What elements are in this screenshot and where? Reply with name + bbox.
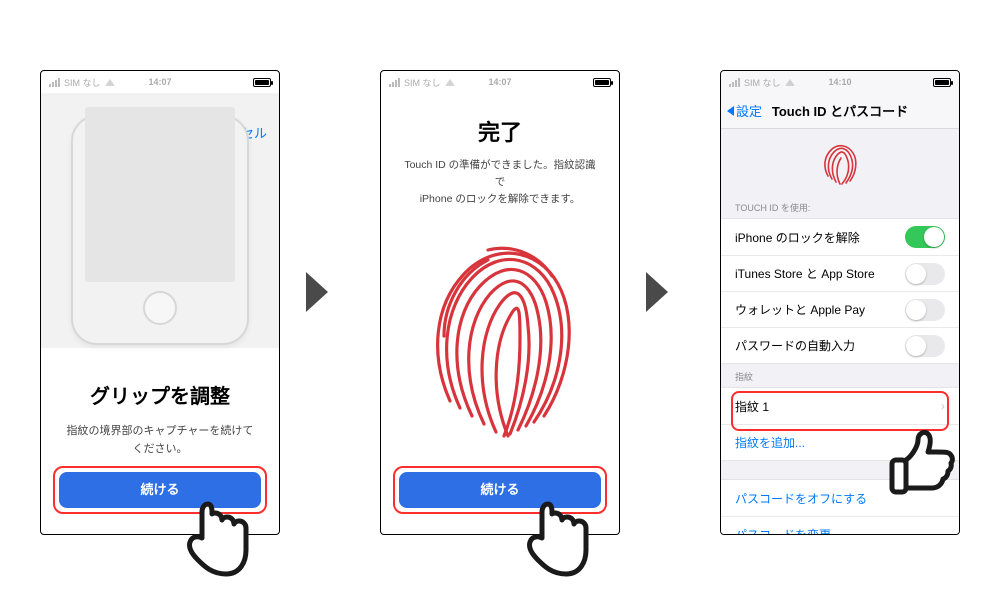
switch-icon[interactable] — [905, 263, 945, 285]
status-bar: SIM なし 14:07 — [381, 71, 619, 93]
toggle-label: iPhone のロックを解除 — [735, 229, 860, 246]
battery-icon — [593, 78, 611, 87]
toggle-row-itunes[interactable]: iTunes Store と App Store — [721, 255, 959, 291]
group-label: 指紋 — [721, 364, 959, 387]
change-passcode-button[interactable]: パスコードを変更 — [721, 516, 959, 535]
clock-label: 14:07 — [41, 77, 279, 87]
toggle-label: パスワードの自動入力 — [735, 337, 855, 354]
switch-icon[interactable] — [905, 299, 945, 321]
battery-icon — [253, 78, 271, 87]
battery-icon — [933, 78, 951, 87]
screen-1: SIM なし 14:07 キャンセル グリップを調整 指紋の境界部のキャプチャー… — [40, 70, 280, 535]
switch-icon[interactable] — [905, 226, 945, 248]
step-arrow-icon — [302, 270, 332, 314]
clock-label: 14:10 — [721, 77, 959, 87]
toggle-row-unlock[interactable]: iPhone のロックを解除 — [721, 219, 959, 255]
row-label: 指紋 1 — [735, 398, 769, 415]
back-button[interactable]: 設定 — [727, 101, 762, 120]
screen-2: SIM なし 14:07 完了 Touch ID の準備ができました。指紋認識で… — [380, 70, 620, 535]
row-label: 指紋を追加... — [735, 434, 805, 451]
row-label: パスコードをオフにする — [735, 490, 867, 507]
switch-icon[interactable] — [905, 335, 945, 357]
chevron-right-icon: › — [941, 399, 945, 413]
toggle-row-wallet[interactable]: ウォレットと Apple Pay — [721, 291, 959, 327]
toggle-label: iTunes Store と App Store — [735, 265, 875, 282]
row-label: パスコードを変更 — [735, 526, 831, 535]
status-bar: SIM なし 14:10 — [721, 71, 959, 93]
status-bar: SIM なし 14:07 — [41, 71, 279, 93]
toggle-label: ウォレットと Apple Pay — [735, 301, 865, 318]
tap-cursor-icon — [182, 498, 252, 585]
toggle-group: iPhone のロックを解除 iTunes Store と App Store … — [721, 218, 959, 364]
nav-title: Touch ID とパスコード — [772, 101, 908, 120]
group-label: TOUCH ID を使用: — [721, 195, 959, 218]
page-title: 完了 — [381, 115, 619, 147]
nav-bar: 設定 Touch ID とパスコード — [721, 93, 959, 129]
fingerprint-icon — [420, 236, 580, 441]
chevron-left-icon — [727, 106, 734, 116]
fingerprint-row[interactable]: 指紋 1 › — [721, 388, 959, 424]
page-description: Touch ID の準備ができました。指紋認識で iPhone のロックを解除で… — [381, 157, 619, 207]
home-button-icon — [143, 291, 177, 325]
page-description: 指紋の境界部のキャプチャーを続けてください。 — [41, 423, 279, 458]
toggle-row-autofill[interactable]: パスワードの自動入力 — [721, 327, 959, 363]
clock-label: 14:07 — [381, 77, 619, 87]
fingerprint-icon — [821, 143, 859, 185]
tap-cursor-icon — [522, 498, 592, 585]
step-arrow-icon — [642, 270, 672, 314]
page-title: グリップを調整 — [41, 380, 279, 409]
back-label: 設定 — [736, 101, 762, 120]
thumbs-up-icon — [886, 428, 958, 505]
illustration-area: キャンセル — [41, 93, 279, 348]
phone-illustration — [71, 115, 249, 345]
